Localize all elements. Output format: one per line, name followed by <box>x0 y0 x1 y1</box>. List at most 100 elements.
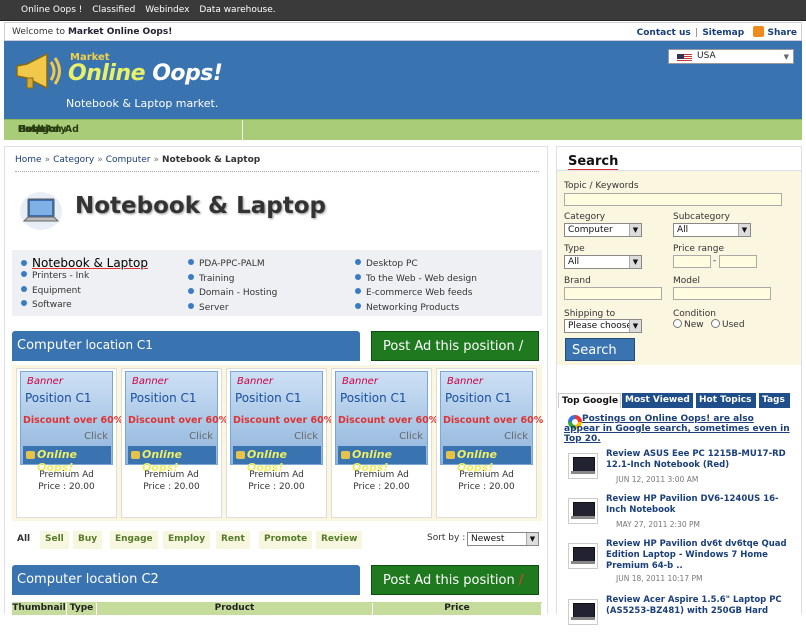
news-title[interactable]: Review HP Pavilion DV6-1240US 16-Inch No… <box>606 494 794 516</box>
position-label: Position C1 <box>130 391 197 405</box>
ad-banner-image[interactable]: Banner Position C1 Discount over 60% Cli… <box>335 371 438 474</box>
category-select[interactable]: Computer ▼ <box>564 223 642 237</box>
discount-label: Discount over 60% <box>233 415 334 426</box>
price-max-input[interactable] <box>719 255 757 268</box>
filter-employ[interactable]: Employ <box>163 531 211 549</box>
list-item[interactable]: Review HP Pavilion DV6-1240US 16-Inch No… <box>564 494 796 541</box>
premium-ad[interactable]: Banner Position C1 Discount over 60% Cli… <box>121 368 228 518</box>
laptop-thumbnail[interactable] <box>568 543 598 569</box>
condition-new-label: New <box>684 320 704 330</box>
ad-banner-image[interactable]: Banner Position C1 Discount over 60% Cli… <box>440 371 543 474</box>
tab-most-viewed[interactable]: Most Viewed <box>622 393 693 408</box>
list-item[interactable]: Review Acer Aspire 1.5.6" Laptop PC (AS5… <box>564 595 796 642</box>
site-logo[interactable]: Online Oops! <box>68 61 223 86</box>
subcat-ecommerce[interactable]: E-commerce Web feeds <box>355 288 477 303</box>
subcat-domain-hosting[interactable]: Domain - Hosting <box>188 288 277 303</box>
post-ad-button-c2[interactable]: Post Ad this position / <box>371 565 539 595</box>
contact-us-link[interactable]: Contact us <box>637 28 691 38</box>
discount-label: Discount over 60% <box>128 415 229 426</box>
premium-ad[interactable]: Banner Position C1 Discount over 60% Cli… <box>331 368 438 518</box>
premium-ad[interactable]: Banner Position C1 Discount over 60% Cli… <box>16 368 123 518</box>
news-title[interactable]: Review ASUS Eee PC 1215B-MU17-RD 12.1-In… <box>606 449 794 471</box>
ad-banner-image[interactable]: Banner Position C1 Discount over 60% Cli… <box>230 371 333 474</box>
tab-hot-topics[interactable]: Hot Topics <box>696 393 756 408</box>
news-title[interactable]: Review HP Pavilion dv6t dv6tqe Quad Edit… <box>606 539 794 572</box>
keyword-input[interactable] <box>564 193 782 206</box>
subcat-desktop-pc[interactable]: Desktop PC <box>355 259 477 274</box>
subcat-networking[interactable]: Networking Products <box>355 303 477 318</box>
breadcrumb-computer[interactable]: Computer <box>106 155 151 165</box>
subcategory-select[interactable]: All ▼ <box>673 223 751 237</box>
section-header-c2: Computer location C2 <box>12 565 360 595</box>
discount-label: Discount over 60% <box>338 415 439 426</box>
welcome-site-name: Market Online Oops! <box>67 27 173 37</box>
subcat-printers-ink[interactable]: Printers - Ink <box>21 271 148 286</box>
radio-new[interactable] <box>673 319 682 328</box>
filter-buy[interactable]: Buy <box>73 531 103 549</box>
nav-help[interactable]: Help <box>11 120 243 140</box>
ad-banner-image[interactable]: Banner Position C1 Discount over 60% Cli… <box>20 371 123 474</box>
sort-select[interactable]: Newest ▼ <box>467 532 539 546</box>
condition-new-option[interactable]: New <box>673 319 704 330</box>
laptop-thumbnail[interactable] <box>568 599 598 625</box>
breadcrumb-category[interactable]: Category <box>53 155 94 165</box>
list-item[interactable]: Review HP Pavilion dv6t dv6tqe Quad Edit… <box>564 539 796 586</box>
chevron-down-icon: ▼ <box>629 256 641 268</box>
laptop-thumbnail[interactable] <box>568 453 598 479</box>
filter-all[interactable]: All <box>12 531 36 549</box>
position-label: Position C1 <box>340 391 407 405</box>
ad-price: Price : 20.00 <box>248 482 305 492</box>
divider <box>15 171 539 172</box>
logo-online-text: Online <box>68 61 153 86</box>
breadcrumb-current: Notebook & Laptop <box>162 155 261 165</box>
toplink-webindex[interactable]: Webindex <box>145 5 189 15</box>
breadcrumb-sep: » <box>44 155 51 165</box>
tab-top-google[interactable]: Top Google <box>558 393 621 408</box>
news-date: JUN 18, 2011 10:17 PM <box>616 574 703 583</box>
sidebar-tabs: Top Google Most Viewed Hot Topics Tags <box>557 393 801 409</box>
chevron-down-icon: ▼ <box>629 224 641 236</box>
subcat-notebook-laptop[interactable]: Notebook & Laptop <box>21 256 148 271</box>
premium-ad[interactable]: Banner Position C1 Discount over 60% Cli… <box>436 368 543 518</box>
subcat-software[interactable]: Software <box>21 300 148 315</box>
subcat-web-design[interactable]: To the Web - Web design <box>355 274 477 289</box>
country-select[interactable]: USA ▼ <box>668 49 794 64</box>
subcat-equipment[interactable]: Equipment <box>21 286 148 301</box>
filter-promote[interactable]: Promote <box>259 531 313 549</box>
condition-used-option[interactable]: Used <box>711 319 745 330</box>
subcat-pda[interactable]: PDA-PPC-PALM <box>188 259 277 274</box>
type-select[interactable]: All ▼ <box>564 255 642 269</box>
sitemap-link[interactable]: Sitemap <box>702 28 744 38</box>
subcat-server[interactable]: Server <box>188 303 277 318</box>
toplink-data-warehouse[interactable]: Data warehouse. <box>199 5 275 15</box>
subcat-training[interactable]: Training <box>188 274 277 289</box>
main-content: Home» Category» Computer» Notebook & Laptop… <box>4 146 548 615</box>
toplink-classified[interactable]: Classified <box>92 5 135 15</box>
filter-engage[interactable]: Engage <box>110 531 158 549</box>
laptop-thumbnail[interactable] <box>568 498 598 524</box>
post-ad-button-c1[interactable]: Post Ad this position / <box>371 331 539 361</box>
filter-bar: All Sell Buy Engage Employ Rent Promote … <box>12 531 542 551</box>
rss-icon[interactable] <box>753 26 765 37</box>
radio-used[interactable] <box>711 319 720 328</box>
filter-sell[interactable]: Sell <box>40 531 69 549</box>
us-flag-icon <box>677 54 692 62</box>
model-input[interactable] <box>673 287 771 300</box>
ad-banner-image[interactable]: Banner Position C1 Discount over 60% Cli… <box>125 371 228 474</box>
search-button[interactable]: Search <box>565 338 635 361</box>
subcategory-list: Notebook & Laptop Printers - Ink Equipme… <box>12 250 542 316</box>
premium-ad[interactable]: Banner Position C1 Discount over 60% Cli… <box>226 368 333 518</box>
toplink-online-oops[interactable]: Online Oops ! <box>21 5 82 15</box>
filter-rent[interactable]: Rent <box>216 531 250 549</box>
list-item[interactable]: Review ASUS Eee PC 1215B-MU17-RD 12.1-In… <box>564 449 796 496</box>
tab-tags[interactable]: Tags <box>759 393 790 408</box>
brand-input[interactable] <box>564 287 662 300</box>
laptop-icon <box>20 192 62 230</box>
col-product: Product <box>97 603 373 615</box>
shipping-select[interactable]: Please choose ▼ <box>564 319 642 333</box>
share-link[interactable]: Share <box>767 28 797 38</box>
breadcrumb-home[interactable]: Home <box>15 155 42 165</box>
price-min-input[interactable] <box>673 255 711 268</box>
google-intro-link[interactable]: Postings on Online Oops! are also appear… <box>564 414 792 444</box>
filter-review[interactable]: Review <box>316 531 363 549</box>
